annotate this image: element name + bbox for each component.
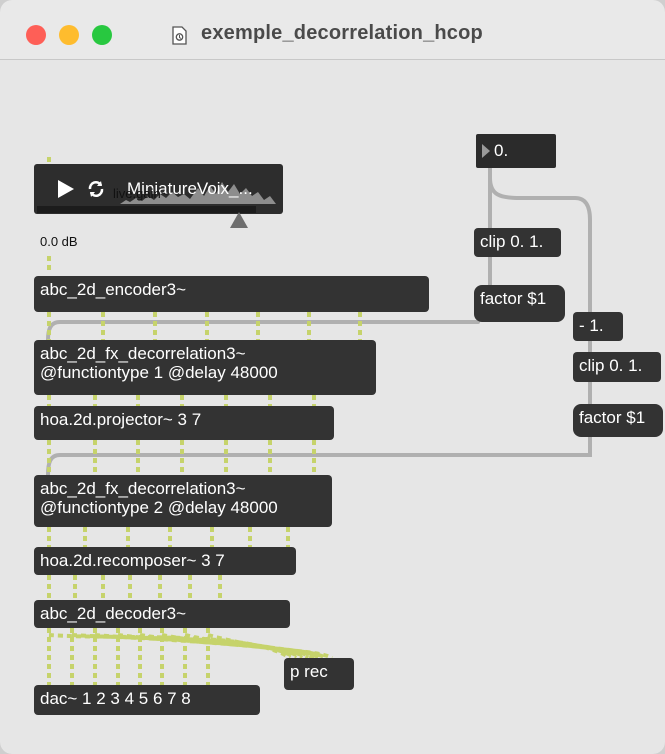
loop-icon[interactable] xyxy=(86,178,106,200)
recomposer-object[interactable]: hoa.2d.recomposer~ 3 7 xyxy=(34,547,296,575)
clip2-object[interactable]: clip 0. 1. xyxy=(573,352,661,382)
decoder-text: abc_2d_decoder3~ xyxy=(40,604,187,623)
window-title: exemple_decorrelation_hcop xyxy=(201,22,483,44)
minimize-window-button[interactable] xyxy=(59,25,79,45)
minus-text: - 1. xyxy=(579,316,604,335)
dac-object[interactable]: dac~ 1 2 3 4 5 6 7 8 xyxy=(34,685,260,715)
decorrelation1-line1: abc_2d_fx_decorrelation3~ xyxy=(40,344,246,363)
decorrelation2-line2: @functiontype 2 @delay 48000 xyxy=(40,498,278,517)
gain-label: live.gain~ xyxy=(113,186,169,201)
decorrelation2-object[interactable]: abc_2d_fx_decorrelation3~ @functiontype … xyxy=(34,475,332,527)
close-window-button[interactable] xyxy=(26,25,46,45)
patch-canvas[interactable]: MiniatureVoix_... live.gain~ 0.0 dB 0. a… xyxy=(0,60,665,754)
factor1-text: factor $1 xyxy=(480,289,547,308)
document-icon xyxy=(172,26,187,45)
factor2-text: factor $1 xyxy=(579,408,646,427)
cord-factor1-to-decor1 xyxy=(46,320,480,342)
encoder-object[interactable]: abc_2d_encoder3~ xyxy=(34,276,429,312)
cord-factor2-to-decor2 xyxy=(46,435,592,477)
decoder-object[interactable]: abc_2d_decoder3~ xyxy=(34,600,290,628)
number-box-value: 0. xyxy=(494,141,509,160)
zoom-window-button[interactable] xyxy=(92,25,112,45)
projector-object[interactable]: hoa.2d.projector~ 3 7 xyxy=(34,406,334,440)
recomposer-text: hoa.2d.recomposer~ 3 7 xyxy=(40,551,225,570)
decorrelation2-line1: abc_2d_fx_decorrelation3~ xyxy=(40,479,246,498)
clip2-text: clip 0. 1. xyxy=(579,356,643,375)
gain-value: 0.0 dB xyxy=(40,234,78,249)
number-box[interactable]: 0. xyxy=(476,134,556,168)
patcher-window: exemple_decorrelation_hcop MiniatureVoix… xyxy=(0,0,665,754)
prec-subpatch[interactable]: p rec xyxy=(284,658,354,690)
gain-slider-thumb[interactable] xyxy=(230,212,248,228)
dac-text: dac~ 1 2 3 4 5 6 7 8 xyxy=(40,689,191,708)
clip1-object[interactable]: clip 0. 1. xyxy=(474,228,561,257)
decorrelation1-line2: @functiontype 1 @delay 48000 xyxy=(40,363,278,382)
factor1-message[interactable]: factor $1 xyxy=(474,285,565,322)
clip1-text: clip 0. 1. xyxy=(480,232,544,251)
title-bar[interactable]: exemple_decorrelation_hcop xyxy=(0,0,665,60)
prec-text: p rec xyxy=(290,662,328,681)
number-triangle-icon xyxy=(482,144,490,158)
projector-text: hoa.2d.projector~ 3 7 xyxy=(40,410,202,429)
gain-slider-track[interactable] xyxy=(37,206,256,213)
encoder-text: abc_2d_encoder3~ xyxy=(40,280,187,299)
play-icon[interactable] xyxy=(56,178,76,200)
decorrelation1-object[interactable]: abc_2d_fx_decorrelation3~ @functiontype … xyxy=(34,340,376,395)
minus-object[interactable]: - 1. xyxy=(573,312,623,341)
factor2-message[interactable]: factor $1 xyxy=(573,404,663,437)
